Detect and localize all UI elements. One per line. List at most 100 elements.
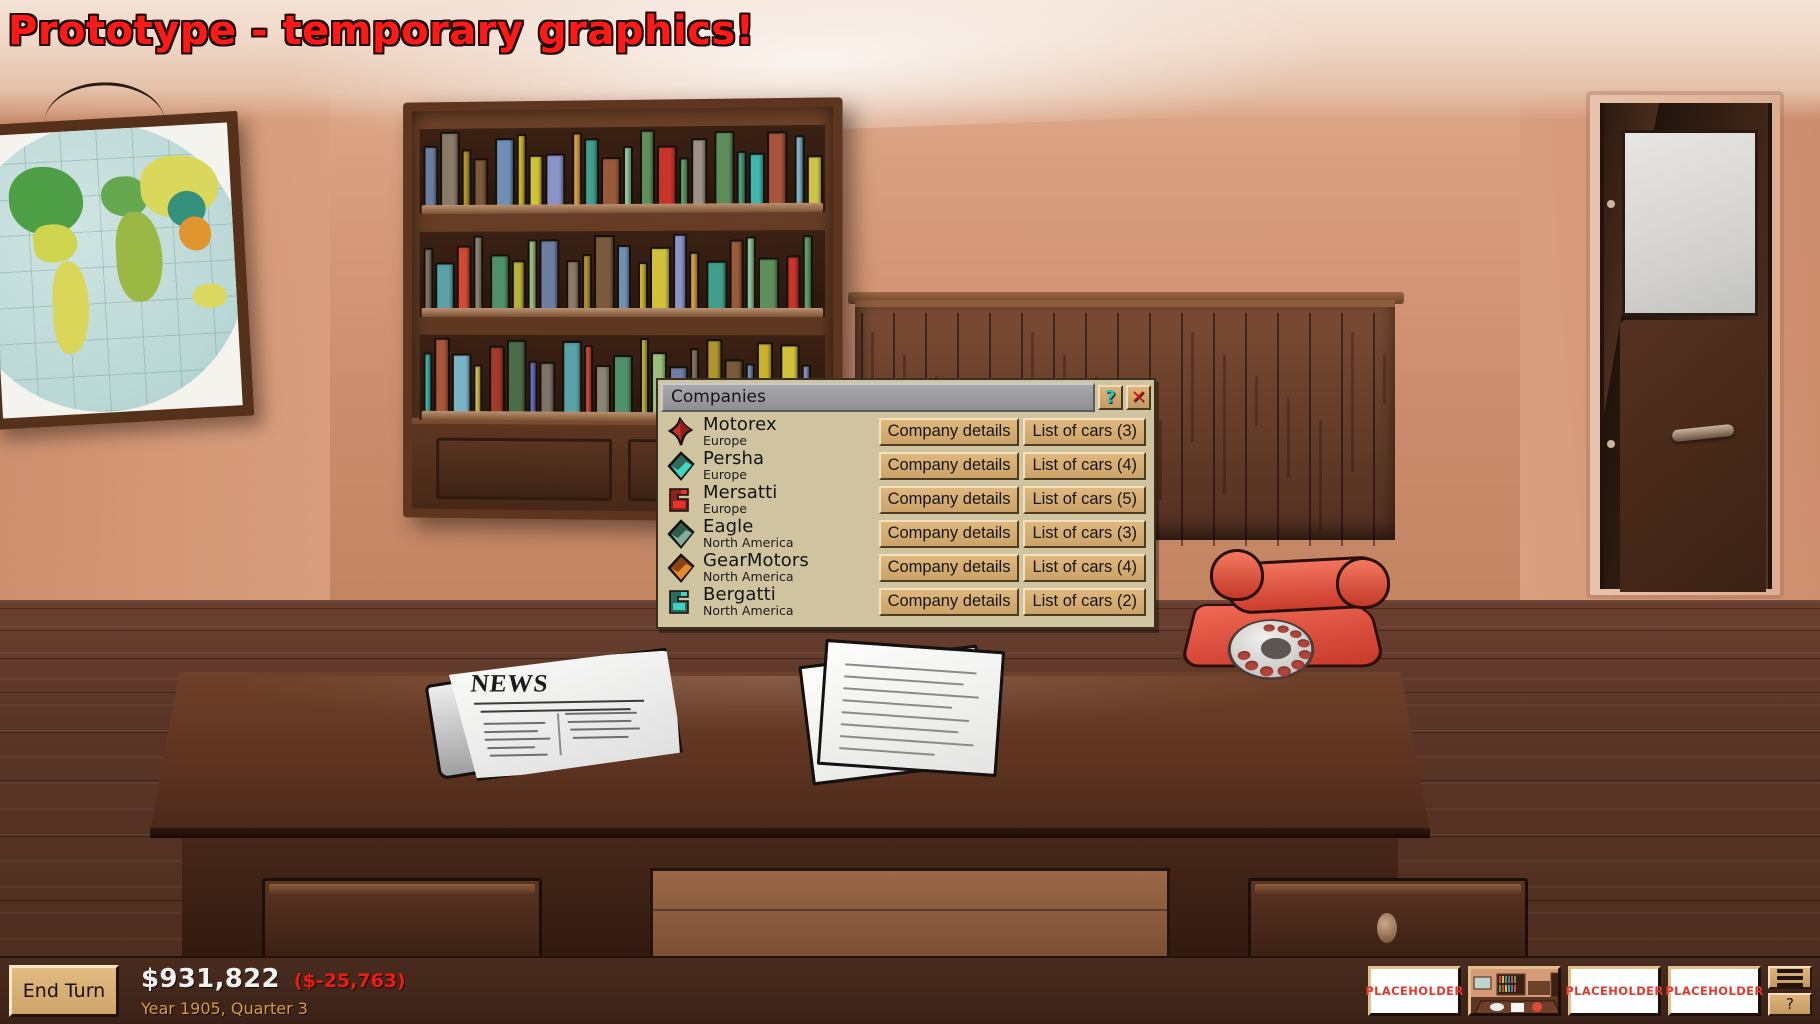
company-actions: Company details List of cars (3) — [878, 418, 1146, 447]
drawer-knob[interactable] — [1377, 913, 1397, 943]
book — [545, 153, 566, 211]
company-details-button[interactable]: Company details — [878, 588, 1020, 617]
company-details-button[interactable]: Company details — [878, 486, 1020, 515]
dial-hole[interactable] — [1263, 624, 1275, 632]
dial-hole[interactable] — [1276, 666, 1291, 677]
desk-drawer-right[interactable] — [1248, 878, 1528, 964]
book — [511, 260, 526, 314]
telephone-earpiece — [1210, 549, 1264, 601]
company-actions: Company details List of cars (4) — [878, 554, 1146, 583]
office-view-button[interactable] — [1468, 966, 1561, 1016]
wainscot-slat — [1181, 313, 1183, 546]
book — [566, 260, 581, 314]
dial-hole[interactable] — [1259, 666, 1274, 677]
drawer-lip — [269, 884, 535, 894]
wood-grain — [1191, 332, 1194, 442]
book — [691, 138, 708, 210]
book — [595, 364, 612, 418]
company-name: Eagle — [703, 516, 754, 537]
status-bar: End Turn $931,822 ($-25,763) Year 1905, … — [0, 956, 1820, 1024]
dial-hole[interactable] — [1236, 651, 1251, 660]
dial-hole[interactable] — [1297, 639, 1311, 648]
dial-hole[interactable] — [1290, 659, 1305, 670]
game-screen: NEWS Prototype - temporary graphics! Com… — [0, 0, 1820, 1024]
book — [506, 339, 527, 418]
company-info: Motorex Europe — [703, 416, 879, 449]
company-actions: Company details List of cars (3) — [878, 520, 1146, 549]
company-details-button[interactable]: Company details — [878, 418, 1020, 447]
company-row: Bergatti North America Company details List… — [666, 585, 1146, 619]
book — [802, 235, 813, 315]
dial-hole[interactable] — [1289, 630, 1303, 639]
book — [806, 155, 824, 209]
help-button[interactable]: ? — [1098, 385, 1123, 411]
book — [490, 254, 510, 314]
book — [745, 236, 756, 315]
list-of-cars-button[interactable]: List of cars (2) — [1023, 588, 1146, 617]
bookshelf-row — [419, 124, 826, 215]
map-frame — [0, 110, 255, 431]
placeholder-button-3[interactable]: PLACEHOLDER — [1665, 966, 1763, 1016]
book — [584, 344, 594, 418]
company-details-button[interactable]: Company details — [878, 554, 1020, 583]
placeholder-button-1[interactable]: PLACEHOLDER — [1365, 966, 1463, 1016]
book — [657, 145, 678, 210]
eagle-logo-icon — [666, 519, 696, 550]
list-of-cars-button[interactable]: List of cars (3) — [1023, 520, 1146, 549]
newspaper[interactable]: NEWS — [424, 647, 684, 783]
end-turn-button[interactable]: End Turn — [9, 965, 119, 1017]
book — [757, 257, 780, 315]
dial-hole[interactable] — [1244, 660, 1259, 671]
placeholder-button-2[interactable]: PLACEHOLDER — [1565, 966, 1663, 1016]
help-button-bar[interactable]: ? — [1768, 993, 1812, 1016]
company-region: Europe — [703, 467, 747, 482]
paper-sheet-front — [816, 638, 1006, 778]
book — [673, 233, 688, 315]
desk-drawer-center[interactable] — [650, 868, 1170, 964]
book — [423, 352, 433, 417]
book — [495, 138, 515, 211]
newspaper-sheet — [441, 647, 684, 783]
office-thumbnail — [1471, 969, 1558, 1013]
menu-button[interactable] — [1768, 966, 1812, 989]
company-details-button[interactable]: Company details — [878, 452, 1020, 481]
door-hinge-top — [1607, 200, 1615, 208]
book — [440, 131, 460, 212]
bergatti-logo-icon — [666, 587, 696, 617]
desk-sheen — [230, 676, 1310, 730]
window-titlebar[interactable]: Companies ? ✕ — [658, 380, 1154, 414]
dial-hole[interactable] — [1277, 625, 1290, 633]
list-of-cars-button[interactable]: List of cars (4) — [1023, 452, 1146, 481]
rotary-telephone[interactable] — [1179, 549, 1395, 680]
list-of-cars-button[interactable]: List of cars (3) — [1023, 418, 1146, 447]
wainscot-slat — [1341, 313, 1343, 546]
persha-logo-icon — [666, 451, 696, 482]
book — [473, 235, 484, 314]
book — [582, 254, 593, 314]
list-of-cars-button[interactable]: List of cars (4) — [1023, 554, 1146, 583]
book — [594, 235, 616, 314]
company-details-button[interactable]: Company details — [878, 520, 1020, 549]
office-thumbnail-icon — [1471, 969, 1558, 1013]
toolbar-right: PLACEHOLDER PLACEHOLDER PLACEHOLDER ? — [1365, 966, 1820, 1016]
door-lower-panel — [1620, 320, 1766, 592]
wainscot-slat — [1213, 313, 1215, 546]
wainscot-slat — [1373, 313, 1375, 546]
dial-center — [1260, 637, 1293, 660]
list-of-cars-button[interactable]: List of cars (5) — [1023, 486, 1146, 515]
book — [527, 239, 538, 314]
desk-drawer-left[interactable] — [262, 878, 542, 964]
paper-sheets[interactable] — [798, 638, 1025, 790]
wood-grain — [1383, 354, 1386, 404]
dial-hole[interactable] — [1298, 649, 1312, 659]
close-button[interactable]: ✕ — [1126, 385, 1151, 411]
wainscot-slat — [1245, 313, 1247, 546]
money-block: $931,822 ($-25,763) Year 1905, Quarter 3 — [141, 964, 406, 1018]
company-name: Bergatti — [703, 584, 776, 605]
book — [601, 156, 621, 211]
book — [435, 262, 455, 314]
wood-grain — [871, 332, 874, 382]
company-region: North America — [703, 569, 794, 584]
companies-window: Companies ? ✕ Motorex Europe Company detai… — [656, 378, 1156, 630]
door-glass-pane — [1622, 130, 1758, 316]
